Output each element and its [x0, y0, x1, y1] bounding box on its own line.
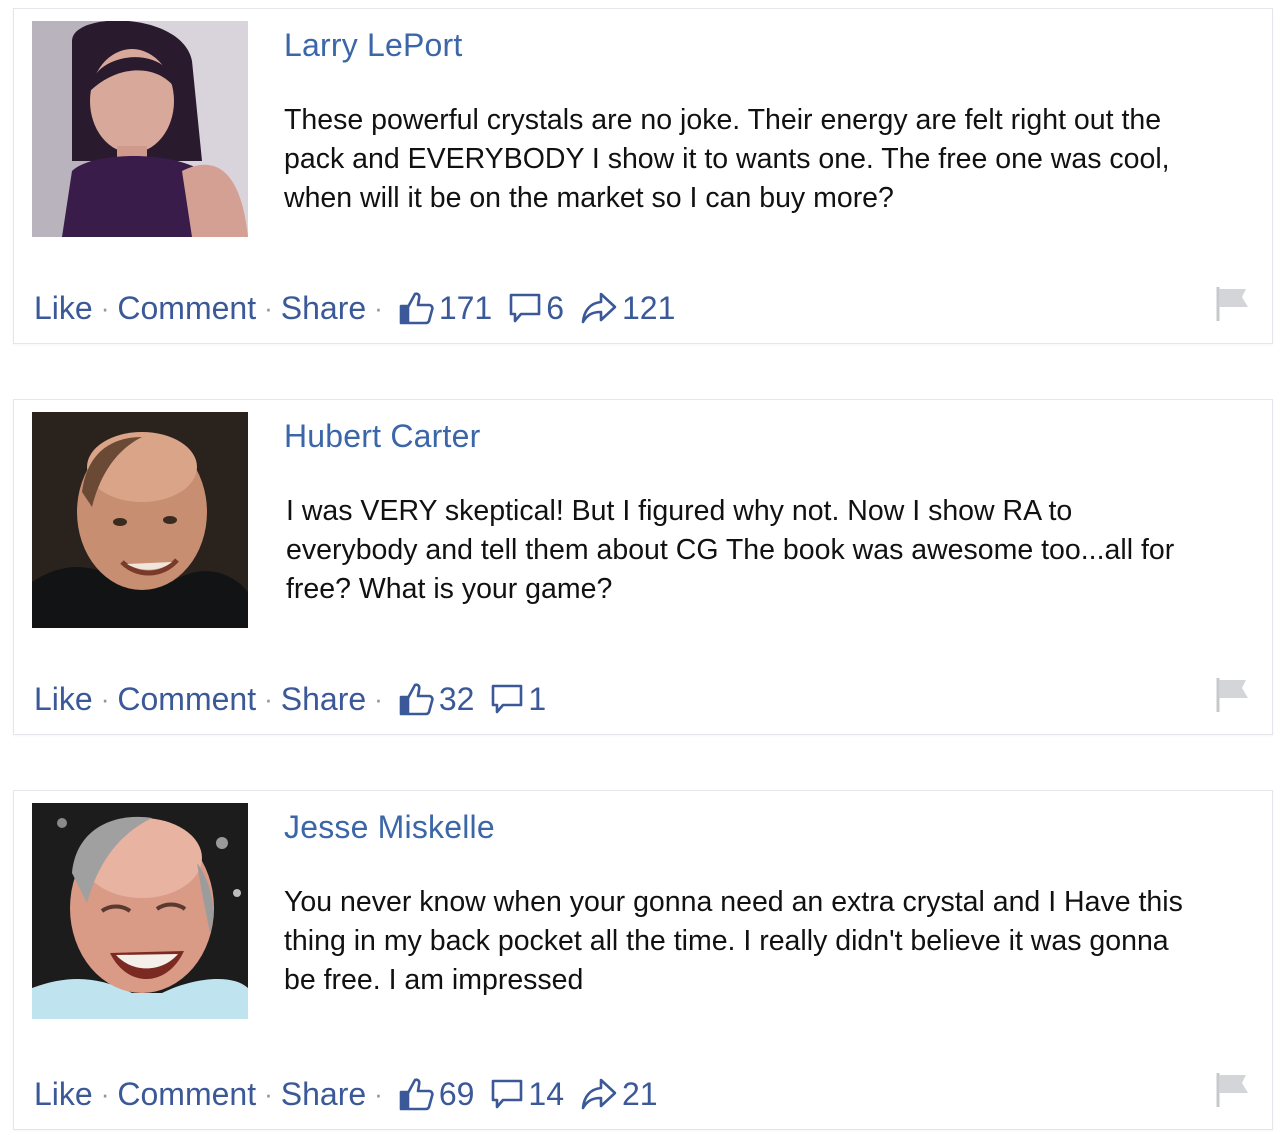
flag-icon[interactable] — [1212, 1069, 1252, 1109]
separator: · — [264, 683, 273, 714]
separator: · — [374, 1078, 383, 1109]
comment-link[interactable]: Comment — [117, 681, 256, 718]
comment-count-value: 1 — [528, 680, 547, 717]
separator: · — [264, 1078, 273, 1109]
speech-bubble-icon — [509, 293, 541, 323]
separator: · — [374, 292, 383, 323]
avatar-photo-man-smiling — [32, 803, 248, 1019]
comment-count-value: 14 — [528, 1075, 564, 1112]
avatar[interactable] — [32, 412, 248, 628]
comment-count[interactable]: 14 — [490, 1076, 574, 1113]
like-link[interactable]: Like — [34, 1076, 93, 1113]
comment-text: These powerful crystals are no joke. The… — [284, 104, 1170, 214]
comment-count-value: 6 — [546, 289, 564, 326]
like-count[interactable]: 32 — [397, 680, 485, 718]
like-count[interactable]: 171 — [397, 289, 502, 327]
share-link[interactable]: Share — [281, 290, 366, 327]
share-count[interactable]: 21 — [580, 1076, 668, 1113]
share-count[interactable]: 121 — [580, 290, 685, 327]
share-count-value: 21 — [622, 1075, 658, 1112]
comment-actions: Like · Comment · Share · 171 6 121 — [34, 287, 685, 329]
comment-card: Hubert Carter I was VERY skeptical! But … — [13, 399, 1273, 735]
comment-author[interactable]: Jesse Miskelle — [284, 809, 495, 846]
comment-text: I was VERY skeptical! But I figured why … — [286, 495, 1175, 605]
like-count-value: 69 — [438, 1075, 475, 1112]
separator: · — [374, 683, 383, 714]
comment-actions: Like · Comment · Share · 32 1 — [34, 678, 556, 720]
separator: · — [100, 1078, 110, 1109]
comment-card: Larry LePort These powerful crystals are… — [13, 8, 1273, 344]
avatar-photo-woman — [32, 21, 248, 237]
share-count-value: 121 — [622, 289, 676, 326]
avatar-photo-man-bald — [32, 412, 248, 628]
speech-bubble-icon — [492, 684, 523, 714]
like-link[interactable]: Like — [34, 681, 93, 718]
comment-link[interactable]: Comment — [117, 1076, 256, 1113]
comment-author[interactable]: Larry LePort — [284, 27, 462, 64]
comment-author[interactable]: Hubert Carter — [284, 418, 480, 455]
share-arrow-icon — [581, 292, 617, 324]
share-link[interactable]: Share — [281, 681, 366, 718]
comment-count[interactable]: 1 — [490, 681, 556, 718]
comment-text: You never know when your gonna need an e… — [284, 886, 1183, 996]
separator: · — [100, 292, 110, 323]
share-arrow-icon — [581, 1078, 617, 1110]
avatar[interactable] — [32, 21, 248, 237]
like-link[interactable]: Like — [34, 290, 93, 327]
share-link[interactable]: Share — [281, 1076, 366, 1113]
comment-count[interactable]: 6 — [508, 290, 574, 327]
separator: · — [264, 292, 273, 323]
speech-bubble-icon — [492, 1079, 523, 1109]
comment-card: Jesse Miskelle You never know when your … — [13, 790, 1273, 1130]
separator: · — [100, 683, 110, 714]
comment-actions: Like · Comment · Share · 69 14 21 — [34, 1073, 668, 1115]
like-count[interactable]: 69 — [397, 1075, 485, 1113]
like-count-value: 171 — [438, 289, 493, 326]
thumbs-up-icon — [399, 292, 434, 325]
thumbs-up-icon — [399, 683, 434, 716]
avatar[interactable] — [32, 803, 248, 1019]
comment-link[interactable]: Comment — [117, 290, 256, 327]
thumbs-up-icon — [399, 1078, 434, 1111]
flag-icon[interactable] — [1212, 674, 1252, 714]
like-count-value: 32 — [438, 680, 475, 717]
flag-icon[interactable] — [1212, 283, 1252, 323]
